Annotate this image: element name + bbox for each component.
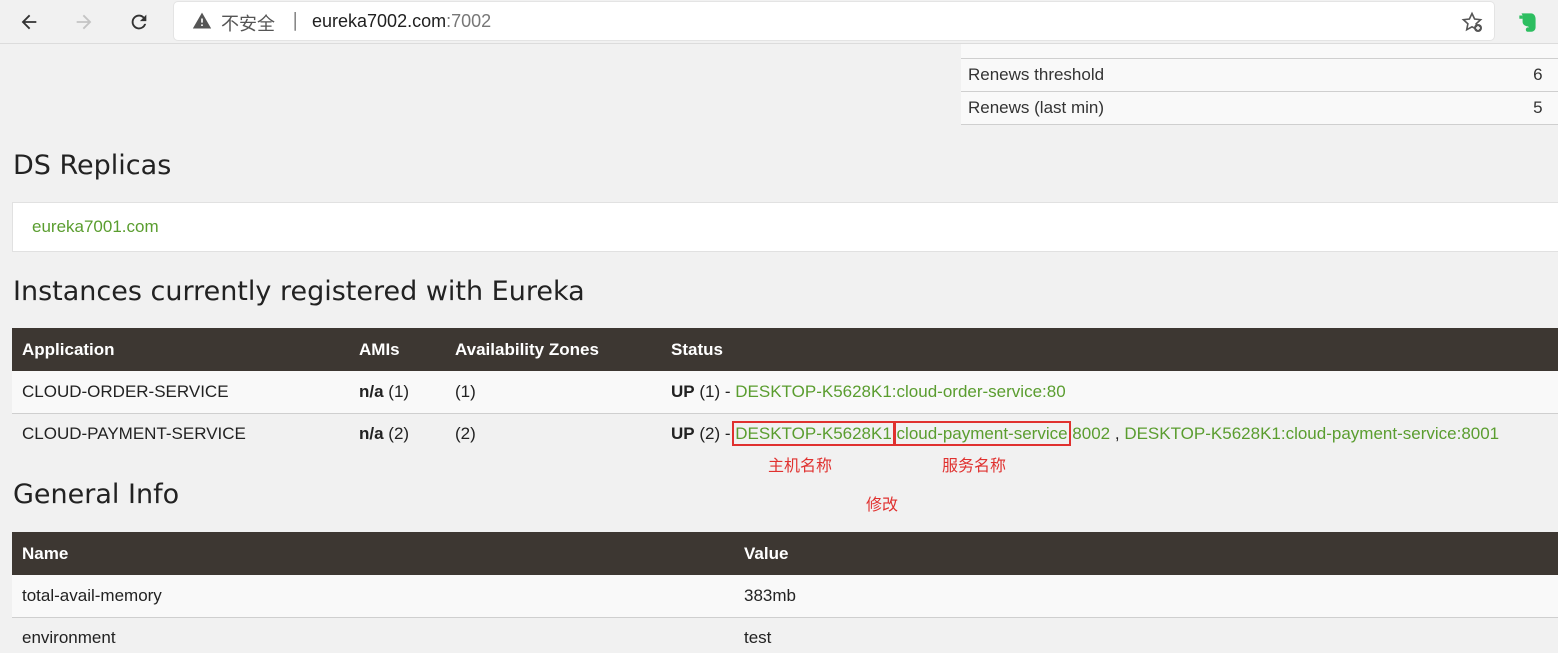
col-zones: Availability Zones: [445, 328, 661, 371]
amis-cell: n/a (2): [349, 413, 445, 455]
ami-na: n/a: [359, 381, 384, 401]
application-name: CLOUD-ORDER-SERVICE: [12, 371, 349, 414]
zones-cell: (1): [445, 371, 661, 414]
service-name-annotation: 服务名称: [942, 456, 1007, 475]
arrow-right-icon: [76, 14, 92, 30]
instance-link[interactable]: DESKTOP-K5628K1:cloud-payment-service:80…: [1124, 424, 1499, 443]
info-value: 383mb: [734, 575, 1558, 618]
reload-icon: [131, 14, 147, 30]
arrow-left-icon: [21, 14, 37, 30]
link-colon: :: [891, 424, 897, 444]
instance-link[interactable]: DESKTOP-K5628K1:cloud-payment-service:80…: [732, 421, 1111, 447]
table-row: [961, 44, 1558, 59]
table-row: total-avail-memory 383mb: [12, 575, 1558, 618]
browser-toolbar: 不安全 | eureka7002.com:7002: [0, 0, 1558, 44]
insecure-label: 不安全: [221, 14, 275, 35]
instance-link[interactable]: DESKTOP-K5628K1:cloud-order-service:80: [735, 382, 1065, 401]
table-row: environment test: [12, 617, 1558, 653]
url-port: :7002: [446, 11, 492, 31]
back-button[interactable]: [14, 7, 44, 37]
col-name: Name: [12, 532, 734, 575]
col-application: Application: [12, 328, 349, 371]
col-value: Value: [734, 532, 1558, 575]
status-table: Renews threshold 6 Renews (last min) 5: [961, 44, 1558, 125]
status-cell: UP (1) - DESKTOP-K5628K1:cloud-order-ser…: [661, 371, 1558, 414]
col-amis: AMIs: [349, 328, 445, 371]
status-name: Renews threshold: [961, 58, 1110, 92]
application-name: CLOUD-PAYMENT-SERVICE: [12, 413, 349, 455]
host-name-highlight: DESKTOP-K5628K1: [732, 421, 895, 447]
warning-icon: [192, 12, 212, 29]
table-row: Renews threshold 6: [961, 58, 1558, 92]
ami-count: (2): [388, 424, 410, 444]
info-name: total-avail-memory: [12, 575, 734, 618]
url-host: eureka7002.com: [312, 11, 447, 31]
status-value: 5: [1109, 91, 1558, 125]
bookmark-star-icon[interactable]: [1460, 10, 1484, 34]
table-row: CLOUD-PAYMENT-SERVICE n/a (2) (2) UP (2)…: [12, 413, 1558, 455]
status-cell: UP (2) - DESKTOP-K5628K1:cloud-payment-s…: [661, 413, 1558, 455]
replica-link[interactable]: eureka7001.com: [32, 217, 159, 237]
info-value: test: [734, 617, 1558, 653]
evernote-extension-icon[interactable]: [1515, 9, 1541, 35]
link-port: :8002: [1067, 424, 1111, 444]
instances-table: Application AMIs Availability Zones Stat…: [12, 328, 1558, 455]
replicas-list: eureka7001.com: [12, 202, 1558, 252]
general-info-table: Name Value total-avail-memory 383mb envi…: [12, 532, 1558, 653]
ami-count: (1): [388, 381, 410, 401]
general-info-heading: General Info: [13, 479, 180, 510]
col-status: Status: [661, 328, 1558, 371]
replicas-heading: DS Replicas: [13, 150, 172, 181]
host-name-annotation: 主机名称: [768, 456, 833, 475]
table-row: CLOUD-ORDER-SERVICE n/a (1) (1) UP (1) -…: [12, 371, 1558, 414]
table-row: Renews (last min) 5: [961, 91, 1558, 125]
modify-annotation: 修改: [866, 495, 899, 514]
table-header: Name Value: [12, 532, 1558, 575]
forward-button[interactable]: [69, 7, 99, 37]
amis-cell: n/a (1): [349, 371, 445, 414]
address-bar[interactable]: 不安全 | eureka7002.com:7002: [174, 2, 1494, 40]
status-up: UP: [671, 424, 695, 444]
table-header: Application AMIs Availability Zones Stat…: [12, 328, 1558, 371]
status-value: 6: [1109, 58, 1558, 92]
url-separator: |: [292, 9, 299, 31]
info-name: environment: [12, 617, 734, 653]
service-name-highlight: cloud-payment-service: [893, 421, 1071, 447]
link-separator: ,: [1114, 424, 1120, 444]
reload-button[interactable]: [124, 7, 154, 37]
status-up: UP: [671, 381, 695, 401]
zones-cell: (2): [445, 413, 661, 455]
status-count: (2) -: [699, 424, 731, 444]
instances-heading: Instances currently registered with Eure…: [13, 276, 585, 307]
status-count: (1) -: [699, 381, 731, 401]
ami-na: n/a: [359, 424, 384, 444]
url-text: eureka7002.com:7002: [312, 11, 491, 32]
status-name: Renews (last min): [961, 91, 1110, 125]
